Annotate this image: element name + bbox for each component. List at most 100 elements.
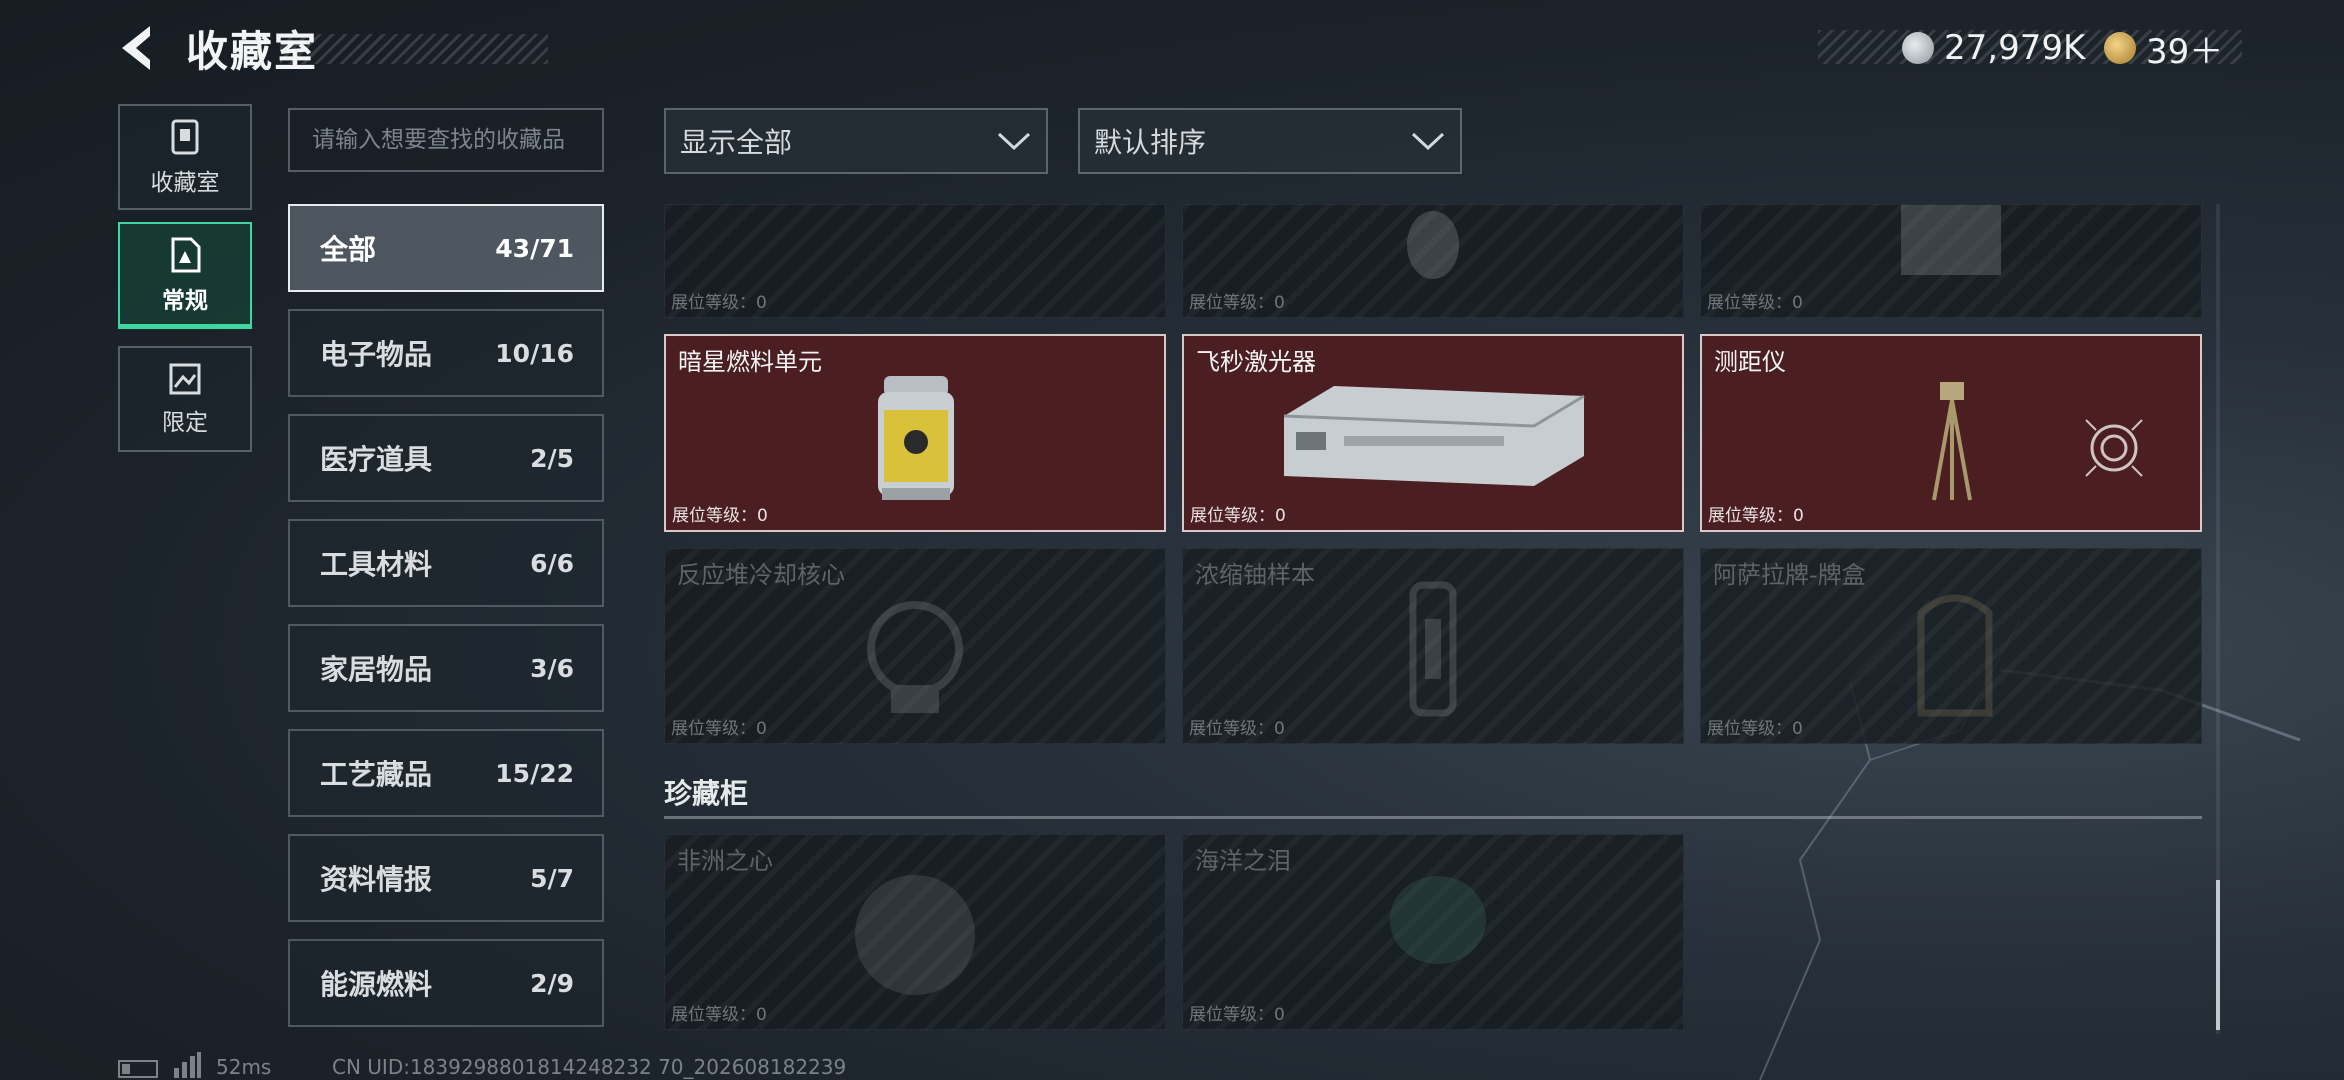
- category-name: 全部: [320, 233, 377, 266]
- booth-level: 展位等级：0: [1707, 719, 1803, 739]
- category-name: 能源燃料: [320, 968, 433, 1001]
- chevron-down-icon: [997, 132, 1031, 151]
- battery-icon: [118, 1060, 158, 1078]
- item-name: 暗星燃料单元: [678, 348, 822, 376]
- gem-heart-icon: [855, 875, 975, 995]
- item-name: 浓缩铀样本: [1195, 561, 1315, 589]
- booth-level: 展位等级：0: [671, 1005, 767, 1025]
- section-title: 珍藏柜: [664, 777, 749, 810]
- category-household[interactable]: 家居物品 3/6: [288, 624, 604, 712]
- collection-card[interactable]: 展位等级：0: [1182, 204, 1684, 318]
- category-count: 2/9: [530, 968, 574, 998]
- item-name: 测距仪: [1714, 348, 1786, 376]
- booth-level: 展位等级：0: [1189, 1005, 1285, 1025]
- laser-device-icon: [1283, 386, 1585, 486]
- category-name: 工艺藏品: [320, 758, 433, 791]
- picture-icon: [169, 363, 201, 395]
- back-arrow-icon[interactable]: [112, 22, 164, 74]
- filter-dropdown[interactable]: 显示全部: [664, 108, 1048, 174]
- rail-item-limited[interactable]: 限定: [118, 346, 252, 452]
- booth-level: 展位等级：0: [671, 293, 767, 313]
- category-name: 家居物品: [320, 653, 433, 686]
- reactor-core-icon: [867, 601, 963, 713]
- collection-card[interactable]: 展位等级：0: [664, 204, 1166, 318]
- rail-item-regular[interactable]: 常规: [118, 222, 252, 328]
- silver-coin-icon: [1902, 32, 1934, 64]
- category-count: 6/6: [530, 548, 574, 578]
- uranium-sample-icon: [1409, 581, 1457, 717]
- card-corner: [2189, 305, 2201, 317]
- currency-silver-value: 27,979K: [1944, 28, 2086, 68]
- rail-active-indicator: [118, 324, 252, 329]
- booth-level: 展位等级：0: [1189, 293, 1285, 313]
- card-box-icon: [1917, 594, 1993, 717]
- card-corner: [1153, 731, 1165, 743]
- card-corner: [1183, 305, 1195, 317]
- card-corner: [1183, 731, 1195, 743]
- category-tools[interactable]: 工具材料 6/6: [288, 519, 604, 607]
- category-intel[interactable]: 资料情报 5/7: [288, 834, 604, 922]
- category-crafts[interactable]: 工艺藏品 15/22: [288, 729, 604, 817]
- title-decoration: [280, 34, 548, 64]
- item-name: 阿萨拉牌-牌盒: [1713, 561, 1866, 589]
- ocean-gem-icon: [1390, 876, 1486, 964]
- treasure-card[interactable]: 海洋之泪 展位等级：0: [1182, 834, 1684, 1030]
- rail-item-label: 收藏室: [150, 170, 220, 196]
- category-name: 资料情报: [320, 863, 433, 896]
- category-count: 10/16: [495, 338, 574, 368]
- chevron-down-icon: [1411, 132, 1445, 151]
- item-name: 飞秒激光器: [1196, 348, 1316, 376]
- category-name: 电子物品: [320, 338, 433, 371]
- treasure-card[interactable]: 非洲之心 展位等级：0: [664, 834, 1166, 1030]
- document-icon: [171, 237, 201, 273]
- card-corner: [1701, 305, 1713, 317]
- card-corner: [1671, 731, 1683, 743]
- card-corner: [2189, 731, 2201, 743]
- card-corner: [1153, 305, 1165, 317]
- currency-silver: 27,979K: [1902, 26, 2085, 70]
- card-corner: [1701, 731, 1713, 743]
- section-divider: [664, 816, 2202, 819]
- booth-level: 展位等级：0: [1707, 293, 1803, 313]
- item-silhouette-icon: [1407, 211, 1459, 279]
- category-all[interactable]: 全部 43/71: [288, 204, 604, 292]
- card-corner: [665, 731, 677, 743]
- category-count: 2/5: [530, 443, 574, 473]
- booth-level: 展位等级：0: [671, 719, 767, 739]
- booth-level: 展位等级：0: [1189, 719, 1285, 739]
- collection-card-owned[interactable]: 测距仪 展位等级：0: [1700, 334, 2202, 532]
- card-corner: [1671, 305, 1683, 317]
- card-corner: [1671, 1017, 1683, 1029]
- target-reticle-icon: [2085, 419, 2143, 477]
- currency-gold: 39＋: [2104, 26, 2223, 72]
- collection-card[interactable]: 浓缩铀样本 展位等级：0: [1182, 548, 1684, 744]
- category-count: 3/6: [530, 653, 574, 683]
- category-count: 43/71: [495, 233, 574, 263]
- category-energy[interactable]: 能源燃料 2/9: [288, 939, 604, 1027]
- card-corner: [665, 1017, 677, 1029]
- rail-item-label: 限定: [162, 410, 208, 436]
- collection-card-owned[interactable]: 暗星燃料单元 展位等级：0: [664, 334, 1166, 532]
- collection-card-owned[interactable]: 飞秒激光器 展位等级：0: [1182, 334, 1684, 532]
- rail-item-collection[interactable]: 收藏室: [118, 104, 252, 210]
- scrollbar-thumb[interactable]: [2216, 880, 2220, 1030]
- collection-card[interactable]: 阿萨拉牌-牌盒 展位等级：0: [1700, 548, 2202, 744]
- search-input[interactable]: [288, 108, 604, 172]
- item-name: 海洋之泪: [1195, 847, 1291, 875]
- rail-item-label: 常规: [162, 288, 208, 314]
- item-name: 非洲之心: [677, 847, 773, 875]
- collection-card[interactable]: 反应堆冷却核心 展位等级：0: [664, 548, 1166, 744]
- sort-dropdown[interactable]: 默认排序: [1078, 108, 1462, 174]
- signal-icon: [174, 1052, 201, 1078]
- page-title: 收藏室: [186, 27, 319, 76]
- category-electronics[interactable]: 电子物品 10/16: [288, 309, 604, 397]
- sort-value: 默认排序: [1094, 126, 1207, 159]
- booth-level: 展位等级：0: [1190, 506, 1286, 526]
- item-name: 反应堆冷却核心: [677, 561, 845, 589]
- fuel-canister-icon: [878, 376, 954, 500]
- collection-card[interactable]: 展位等级：0: [1700, 204, 2202, 318]
- rangefinder-icon: [1932, 382, 1972, 501]
- category-medical[interactable]: 医疗道具 2/5: [288, 414, 604, 502]
- category-count: 5/7: [530, 863, 574, 893]
- uid-text: CN UID:1839298801814248232 70_2026081822…: [332, 1055, 847, 1079]
